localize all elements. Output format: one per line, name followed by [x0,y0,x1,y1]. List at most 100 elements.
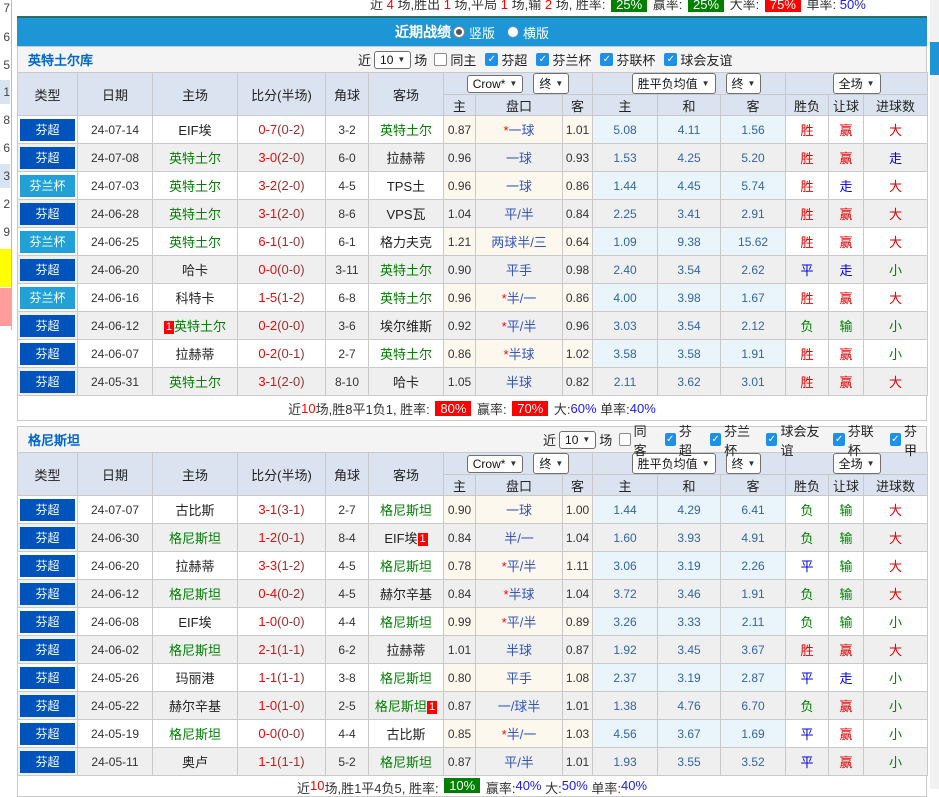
mean-type-select[interactable]: 胜平负均值 ▼ [631,73,716,94]
corner-score: 2-7 [325,495,369,524]
handicap-text: 一球 [508,123,535,138]
mean-home-odds: 4.56 [592,719,659,748]
result-handicap: 赢 [828,747,865,776]
match-score: 3-0(2-0) [237,143,326,172]
same-venue-checkbox[interactable] [619,433,631,446]
match-score: 3-3(1-2) [237,551,326,580]
left-clipped-column: 7 6 5 1 8 6 3 2 9 [0,0,12,330]
mean-home-odds: 2.25 [592,199,659,228]
crow-home-odds: 0.87 [443,747,476,776]
handicap-text: 平/半 [506,319,537,334]
away-team: 拉赫蒂 [368,635,444,664]
league-checkbox-3[interactable]: ✓ [833,433,845,446]
league-checkbox-1[interactable]: ✓ [709,433,722,446]
scope-select[interactable]: 全场 ▼ [832,73,881,94]
match-score: 1-1(1-1) [237,663,326,692]
odds-final-select[interactable]: 终 ▼ [533,453,570,474]
away-team-name: 格尼斯坦 [379,503,432,518]
summary-part: 单率: [587,781,621,796]
layout-radio-vertical-label[interactable]: 竖版 [469,23,495,42]
crow-home-odds: 0.80 [443,663,476,692]
home-team: 科特卡 [152,283,238,312]
mean-home-odds: 1.09 [592,227,659,256]
overall-stats-part: 4 [386,0,394,12]
league-checkbox-2[interactable]: ✓ [600,53,614,66]
league-checkbox-0[interactable]: ✓ [485,53,499,66]
layout-radio-horizontal[interactable] [507,26,519,38]
column-header-5: 客场 [368,72,444,116]
column-header-3: 比分(半场) [237,452,326,496]
layout-radio-vertical[interactable] [452,26,465,38]
match-date: 24-06-25 [77,227,153,256]
odds-source-select[interactable]: Crow* ▼ [466,454,524,473]
result-wdl: 胜 [785,367,830,396]
league-checkbox-2[interactable]: ✓ [766,433,778,446]
overall-stats-part: 1 [443,0,451,12]
league-type-badge: 芬超 [20,666,75,689]
away-team-name: 格尼斯坦 [374,699,427,714]
home-team: 英特土尔 [152,199,238,228]
odds-final-select[interactable]: 终 ▼ [533,73,570,94]
away-team-name: 赫尔辛基 [379,587,432,602]
league-type-badge: 芬超 [20,258,75,281]
chevron-down-icon: ▼ [701,79,710,88]
summary-part: 近 [296,781,310,796]
scrollbar-track[interactable] [930,0,939,789]
result-goals: 小 [863,747,929,776]
mean-away-odds: 5.20 [720,143,787,172]
result-goals: 小 [863,663,929,692]
handicap-line: *半球 [475,579,563,608]
home-team-name: 英特土尔 [168,207,221,222]
red-card-badge: 1 [163,321,175,334]
matches-table: 类型 日期 主场 比分(半场) 角球 客场 Crow* ▼ 终 ▼ 胜平负均值 ▼ 终 ▼ 全场 ▼ 主盘口客主… [17,72,929,396]
home-team: 1 英特土尔 [152,311,238,340]
filter-controls: 近 10 ▼ 场同主 ✓ 芬超 ✓ 芬兰杯 ✓ 芬联杯 ✓ 球会友谊 [358,47,732,72]
matches-count-select[interactable]: 10 ▼ [559,430,597,449]
result-wdl: 平 [785,255,830,284]
match-score: 3-1(3-1) [237,495,326,524]
handicap-line: 平手 [475,663,563,692]
corner-score: 4-5 [325,579,369,608]
match-date: 24-06-28 [77,199,153,228]
mean-final-select[interactable]: 终 ▼ [725,73,762,94]
league-checkbox-3[interactable]: ✓ [664,53,678,66]
handicap-line: 一球 [475,143,563,172]
result-handicap: 输 [828,607,865,636]
same-venue-checkbox[interactable] [434,53,448,66]
match-date: 24-07-08 [77,143,153,172]
league-checkbox-4[interactable]: ✓ [889,433,901,446]
home-team-name: 英特土尔 [174,319,227,334]
match-date: 24-06-30 [77,523,153,552]
league-checkbox-label: 芬兰杯 [724,423,751,458]
scrollbar-thumb[interactable] [930,42,939,75]
match-row: 芬超 24-05-22 赫尔辛基 1-0(1-0) 2-5 格尼斯坦 1 0.87 一/球半 1.… [17,691,929,720]
crow-home-odds: 0.78 [443,551,476,580]
league-checkbox-label: 芬超 [678,423,692,458]
league-checkbox-0[interactable]: ✓ [664,433,676,446]
sub-header-4: 和 [657,94,722,116]
home-team-name: 奥卢 [181,755,208,770]
crow-away-odds: 1.11 [561,551,594,580]
overall-stats-part: 25% [688,0,725,12]
home-team: 格尼斯坦 [152,523,238,552]
handicap-line: *一球 [475,115,563,144]
handicap-text: 平/半 [504,755,534,770]
away-team-name: EIF埃 [384,531,418,546]
league-checkbox-1[interactable]: ✓ [536,53,550,66]
overall-stats-part: 场,平局 [450,0,501,12]
matches-count-select[interactable]: 10 ▼ [374,50,412,69]
away-team-name: 格力夫克 [379,235,432,250]
home-team: 格尼斯坦 [152,579,238,608]
away-team-name: 拉赫蒂 [386,643,426,658]
half-time-score: (2-0) [277,374,305,389]
away-team-name: TPS土 [386,179,426,194]
crow-away-odds: 1.03 [561,719,594,748]
match-row: 芬超 24-06-08 EIF埃 1-0(0-0) 4-4 格尼斯坦 0.99 *平/半 0.8… [17,607,929,636]
layout-radio-horizontal-label[interactable]: 横版 [523,23,549,42]
result-goals: 大 [863,579,929,608]
home-team: 拉赫蒂 [152,551,238,580]
home-team-name: 格尼斯坦 [168,531,221,546]
match-type-cell: 芬超 [17,255,78,284]
odds-source-select[interactable]: Crow* ▼ [466,74,524,93]
result-goals: 小 [863,719,929,748]
